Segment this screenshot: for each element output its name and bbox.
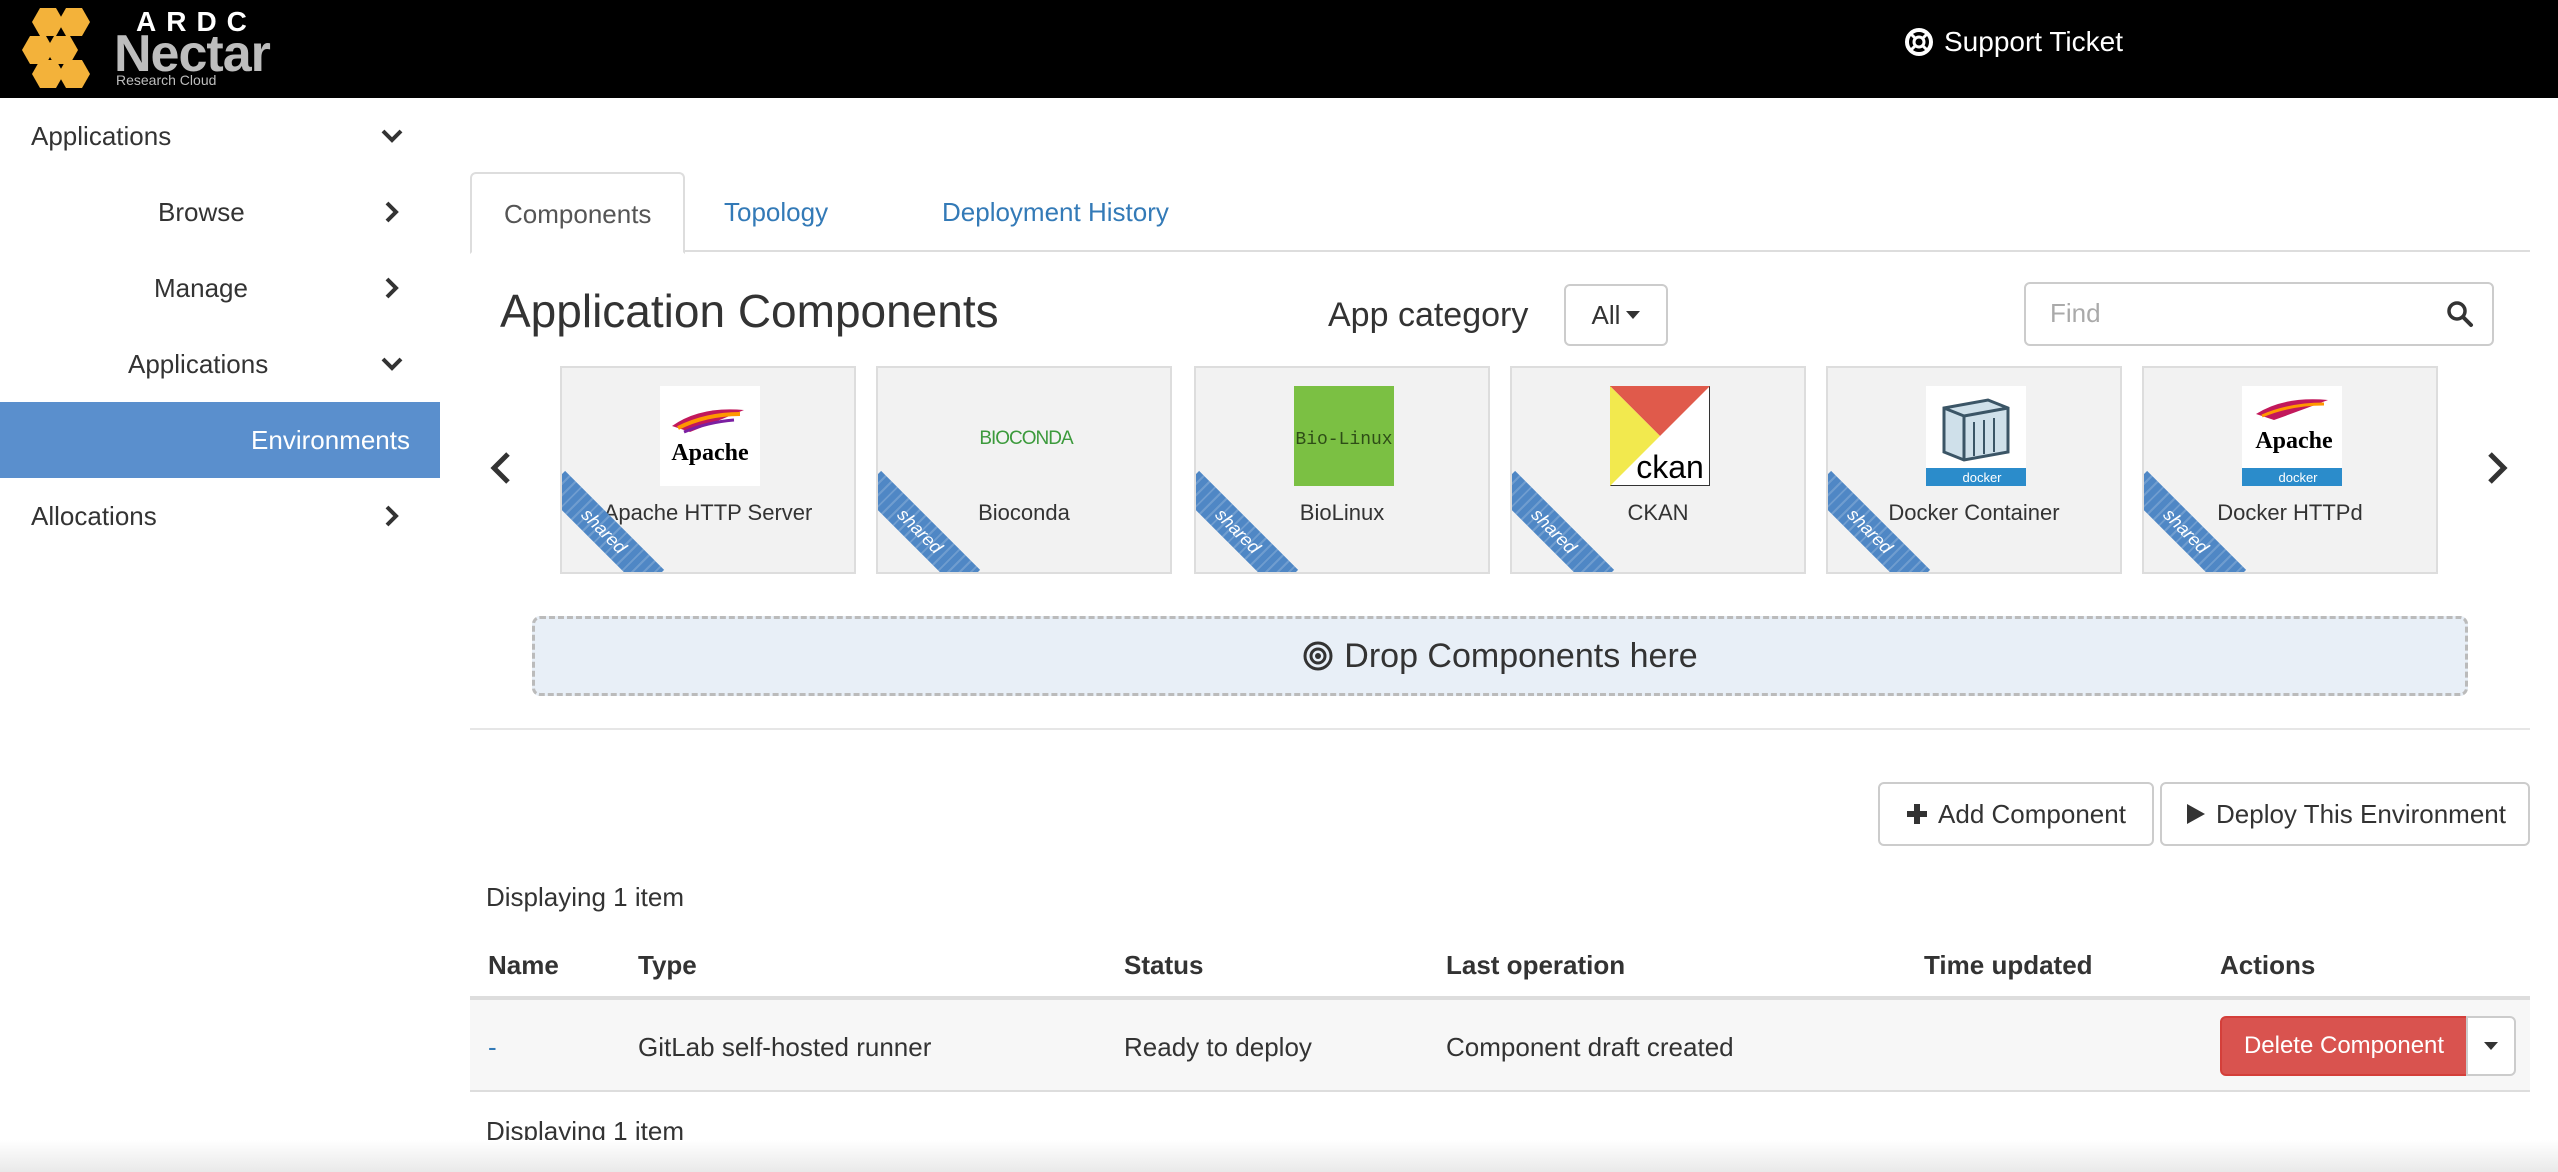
- drop-components-zone[interactable]: Drop Components here: [532, 616, 2468, 696]
- carousel-prev-icon[interactable]: [486, 448, 516, 488]
- deploy-environment-label: Deploy This Environment: [2216, 798, 2506, 829]
- tab-components[interactable]: Components: [470, 172, 686, 254]
- chevron-right-icon: [385, 505, 399, 527]
- component-card-bioconda[interactable]: BIOCONDA Bioconda shared: [876, 366, 1172, 574]
- environment-tabs: Components Topology Deployment History: [470, 172, 2530, 254]
- divider: [470, 728, 2530, 730]
- docker-container-icon: docker: [1926, 386, 2026, 486]
- bioconda-logo-text: BIOCONDA: [979, 428, 1074, 449]
- lifebuoy-icon: [1905, 28, 1933, 56]
- caret-down-icon: [1626, 311, 1641, 319]
- components-table: Name Type Status Last operation Time upd…: [470, 930, 2530, 1092]
- svg-text:Apache: Apache: [671, 440, 749, 466]
- caret-down-icon: [2484, 1042, 2498, 1050]
- target-icon: [1303, 641, 1333, 671]
- row-last-operation: Component draft created: [1446, 1032, 1734, 1062]
- tab-topology[interactable]: Topology: [692, 172, 860, 252]
- row-type: GitLab self-hosted runner: [638, 1032, 932, 1062]
- delete-component-button[interactable]: Delete Component: [2220, 1016, 2468, 1076]
- sidebar-item-environments[interactable]: Environments: [0, 402, 440, 478]
- sidebar-item-label: Browse: [158, 196, 245, 227]
- top-navbar: ARDC Nectar Research Cloud Support Ticke…: [0, 0, 2558, 98]
- row-status: Ready to deploy: [1124, 1032, 1312, 1062]
- column-header-status[interactable]: Status: [1124, 950, 1203, 981]
- search-box: [2024, 282, 2494, 346]
- apache-feather-icon: Apache: [660, 386, 760, 486]
- chevron-right-icon: [385, 201, 399, 223]
- app-category-dropdown[interactable]: All: [1564, 284, 1668, 346]
- ckan-logo-text: ckan: [1636, 449, 1704, 485]
- play-icon: [2187, 804, 2205, 824]
- nectar-logo[interactable]: ARDC Nectar Research Cloud: [18, 6, 288, 90]
- search-input[interactable]: [2026, 284, 2426, 342]
- docker-logo-text: docker: [1962, 470, 2002, 485]
- support-ticket-link[interactable]: Support Ticket: [1904, 26, 2123, 58]
- chevron-down-icon: [381, 357, 403, 371]
- row-name-link[interactable]: -: [488, 1032, 497, 1063]
- column-header-last-operation[interactable]: Last operation: [1446, 950, 1625, 981]
- column-header-time-updated[interactable]: Time updated: [1924, 950, 2093, 981]
- carousel-next-icon[interactable]: [2482, 448, 2512, 488]
- drop-zone-label: Drop Components here: [1344, 636, 1698, 675]
- sidebar-item-applications[interactable]: Applications: [0, 98, 440, 174]
- logo-subtitle: Research Cloud: [116, 72, 217, 88]
- add-component-button[interactable]: Add Component: [1878, 782, 2154, 846]
- deploy-environment-button[interactable]: Deploy This Environment: [2160, 782, 2530, 846]
- sidebar-item-manage[interactable]: Manage: [0, 250, 440, 326]
- sidebar-item-label: Environments: [251, 424, 410, 455]
- sidebar-item-label: Manage: [154, 272, 248, 303]
- display-count-top: Displaying 1 item: [486, 882, 684, 912]
- table-row: - GitLab self-hosted runner Ready to dep…: [470, 1000, 2530, 1092]
- apache-logo-text: Apache: [2255, 428, 2333, 454]
- sidebar-item-label: Applications: [31, 120, 172, 151]
- component-card-apache[interactable]: Apache Apache HTTP Server shared: [560, 366, 856, 574]
- sidebar-item-applications-sub[interactable]: Applications: [0, 326, 440, 402]
- plus-icon: [1907, 804, 1928, 824]
- sidebar: Applications Browse Manage Applications …: [0, 98, 440, 554]
- ckan-logo: ckan: [1609, 385, 1711, 487]
- add-component-label: Add Component: [1938, 798, 2126, 829]
- biolinux-logo-text: Bio-Linux: [1295, 430, 1392, 450]
- sidebar-item-browse[interactable]: Browse: [0, 174, 440, 250]
- component-card-biolinux[interactable]: Bio-Linux BioLinux shared: [1194, 366, 1490, 574]
- support-ticket-label: Support Ticket: [1944, 26, 2123, 57]
- column-header-type[interactable]: Type: [638, 950, 697, 981]
- component-card-ckan[interactable]: ckan CKAN shared: [1510, 366, 1806, 574]
- apache-docker-icon: Apache docker: [2242, 386, 2342, 486]
- chevron-down-icon: [381, 129, 403, 143]
- column-header-actions: Actions: [2220, 950, 2316, 980]
- biolinux-logo: Bio-Linux: [1294, 386, 1394, 486]
- sidebar-item-label: Allocations: [31, 500, 157, 531]
- sidebar-item-allocations[interactable]: Allocations: [0, 478, 440, 554]
- table-header: Name Type Status Last operation Time upd…: [470, 930, 2530, 1000]
- hexagon-logo-icon: [22, 8, 90, 88]
- column-header-name[interactable]: Name: [488, 950, 559, 981]
- chevron-right-icon: [385, 277, 399, 299]
- tab-deployment-history[interactable]: Deployment History: [910, 172, 1201, 252]
- sidebar-item-label: Applications: [128, 348, 269, 379]
- row-actions-dropdown-toggle[interactable]: [2466, 1016, 2516, 1076]
- docker-logo-text: docker: [2278, 470, 2318, 485]
- window-bottom-edge: [0, 1140, 2558, 1172]
- app-category-label: App category: [1328, 296, 1529, 334]
- app-category-value: All: [1591, 299, 1621, 330]
- component-card-docker-container[interactable]: docker Docker Container shared: [1826, 366, 2122, 574]
- component-card-docker-httpd[interactable]: Apache docker Docker HTTPd shared: [2142, 366, 2438, 574]
- search-icon[interactable]: [2446, 300, 2474, 328]
- page-title: Application Components: [500, 285, 999, 337]
- bioconda-logo: BIOCONDA: [976, 386, 1076, 486]
